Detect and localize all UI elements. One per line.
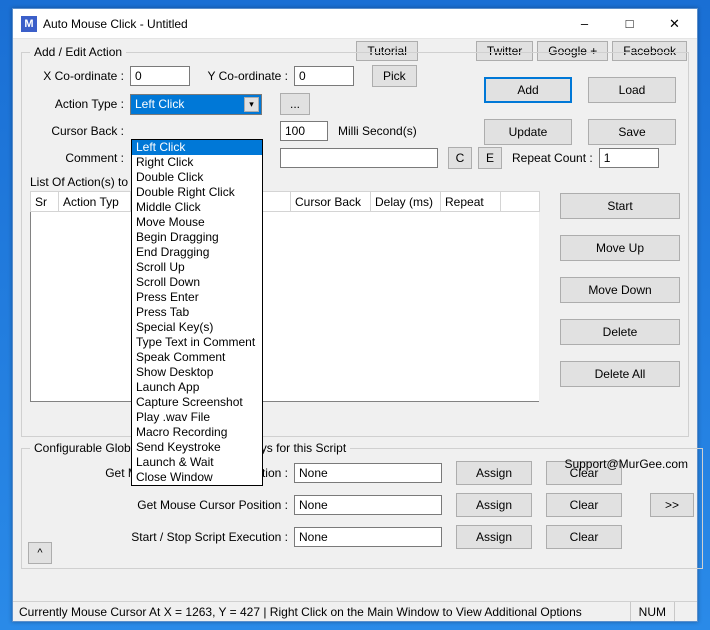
e-button[interactable]: E (478, 147, 502, 169)
action-type-option[interactable]: Special Key(s) (132, 320, 262, 335)
table-row[interactable] (31, 212, 540, 402)
status-text: Currently Mouse Cursor At X = 1263, Y = … (19, 605, 582, 619)
list-side-buttons: Start Move Up Move Down Delete Delete Al… (560, 193, 680, 387)
status-bar: Currently Mouse Cursor At X = 1263, Y = … (13, 601, 697, 621)
y-input[interactable] (294, 66, 354, 86)
action-type-option[interactable]: Macro Recording (132, 425, 262, 440)
action-list-label: List Of Action(s) to (30, 175, 128, 189)
add-edit-legend: Add / Edit Action (30, 45, 126, 59)
action-type-option[interactable]: Play .wav File (132, 410, 262, 425)
action-type-selected: Left Click (135, 97, 184, 111)
y-label: Y Co-ordinate : (198, 69, 294, 83)
status-num: NUM (630, 602, 674, 621)
move-up-button[interactable]: Move Up (560, 235, 680, 261)
repeat-count-input[interactable] (599, 148, 659, 168)
delete-all-button[interactable]: Delete All (560, 361, 680, 387)
col-cursor-back[interactable]: Cursor Back (291, 192, 371, 212)
action-type-option[interactable]: Right Click (132, 155, 262, 170)
caret-up-button[interactable]: ^ (28, 542, 52, 564)
pick-button[interactable]: Pick (372, 65, 417, 87)
x-label: X Co-ordinate : (30, 69, 130, 83)
col-delay[interactable]: Delay (ms) (371, 192, 441, 212)
action-type-option[interactable]: Close Window (132, 470, 262, 485)
action-type-option[interactable]: Type Text in Comment (132, 335, 262, 350)
shortcut-row-2: Start / Stop Script Execution : Assign C… (30, 525, 694, 549)
action-type-dropdown[interactable]: Left ClickRight ClickDouble ClickDouble … (131, 139, 263, 486)
status-grip[interactable] (674, 602, 691, 621)
action-type-option[interactable]: Scroll Down (132, 275, 262, 290)
comment-input[interactable] (280, 148, 438, 168)
col-repeat[interactable]: Repeat (441, 192, 501, 212)
col-sr[interactable]: Sr (31, 192, 59, 212)
shortcut-input-2[interactable] (294, 527, 442, 547)
action-type-option[interactable]: Press Enter (132, 290, 262, 305)
clear-button-1[interactable]: Clear (546, 493, 622, 517)
shortcut-input-1[interactable] (294, 495, 442, 515)
client-area: Tutorial Twitter Google + Facebook Add /… (13, 39, 697, 621)
assign-button-0[interactable]: Assign (456, 461, 532, 485)
move-down-button[interactable]: Move Down (560, 277, 680, 303)
minimize-button[interactable]: ‒ (562, 9, 607, 38)
action-type-option[interactable]: End Dragging (132, 245, 262, 260)
shortcuts-group: Configurable Global Keyboard Shortcut Ke… (21, 441, 703, 569)
app-window: M Auto Mouse Click - Untitled ‒ □ ✕ Tuto… (12, 8, 698, 622)
action-type-option[interactable]: Show Desktop (132, 365, 262, 380)
action-type-option[interactable]: Double Right Click (132, 185, 262, 200)
action-type-option[interactable]: Scroll Up (132, 260, 262, 275)
add-edit-group: Add / Edit Action Add Load Update Save X… (21, 45, 689, 437)
action-type-option[interactable]: Move Mouse (132, 215, 262, 230)
delete-button[interactable]: Delete (560, 319, 680, 345)
action-type-option[interactable]: Launch & Wait (132, 455, 262, 470)
chevron-down-icon[interactable]: ▾ (244, 97, 259, 112)
col-blank[interactable] (501, 192, 540, 212)
window-title: Auto Mouse Click - Untitled (43, 17, 562, 31)
maximize-button[interactable]: □ (607, 9, 652, 38)
clear-button-2[interactable]: Clear (546, 525, 622, 549)
delay-unit-label: Milli Second(s) (338, 124, 417, 138)
shortcut-label-1: Get Mouse Cursor Position : (30, 498, 294, 512)
more-button[interactable]: >> (650, 493, 694, 517)
action-type-option[interactable]: Capture Screenshot (132, 395, 262, 410)
col-action-type[interactable]: Action Typ (59, 192, 131, 212)
action-list-area: List Of Action(s) to Sr Action Typ Curso… (30, 175, 680, 402)
action-type-option[interactable]: Middle Click (132, 200, 262, 215)
shortcut-label-2: Start / Stop Script Execution : (30, 530, 294, 544)
support-link[interactable]: Support@MurGee.com (564, 457, 688, 471)
action-type-option[interactable]: Begin Dragging (132, 230, 262, 245)
action-type-option[interactable]: Launch App (132, 380, 262, 395)
repeat-count-label: Repeat Count : (512, 151, 599, 165)
assign-button-2[interactable]: Assign (456, 525, 532, 549)
action-type-option[interactable]: Press Tab (132, 305, 262, 320)
shortcut-input-0[interactable] (294, 463, 442, 483)
action-type-label: Action Type : (30, 97, 130, 111)
action-table[interactable]: Sr Action Typ Cursor Back Delay (ms) Rep… (30, 191, 540, 402)
shortcut-row-1: Get Mouse Cursor Position : Assign Clear… (30, 493, 694, 517)
titlebar[interactable]: M Auto Mouse Click - Untitled ‒ □ ✕ (13, 9, 697, 39)
action-type-option[interactable]: Left Click (132, 140, 262, 155)
comment-label: Comment : (30, 151, 130, 165)
right-button-column: Add Load Update Save (484, 77, 678, 145)
action-type-option[interactable]: Double Click (132, 170, 262, 185)
cursor-back-label: Cursor Back : (30, 124, 130, 138)
app-icon: M (21, 16, 37, 32)
delay-input[interactable] (280, 121, 328, 141)
action-type-combo[interactable]: Left Click ▾ (130, 94, 262, 115)
c-button[interactable]: C (448, 147, 472, 169)
x-input[interactable] (130, 66, 190, 86)
update-button[interactable]: Update (484, 119, 572, 145)
action-type-option[interactable]: Speak Comment (132, 350, 262, 365)
assign-button-1[interactable]: Assign (456, 493, 532, 517)
action-type-more-button[interactable]: ... (280, 93, 310, 115)
action-type-option[interactable]: Send Keystroke (132, 440, 262, 455)
close-button[interactable]: ✕ (652, 9, 697, 38)
start-button[interactable]: Start (560, 193, 680, 219)
add-button[interactable]: Add (484, 77, 572, 103)
load-button[interactable]: Load (588, 77, 676, 103)
save-button[interactable]: Save (588, 119, 676, 145)
